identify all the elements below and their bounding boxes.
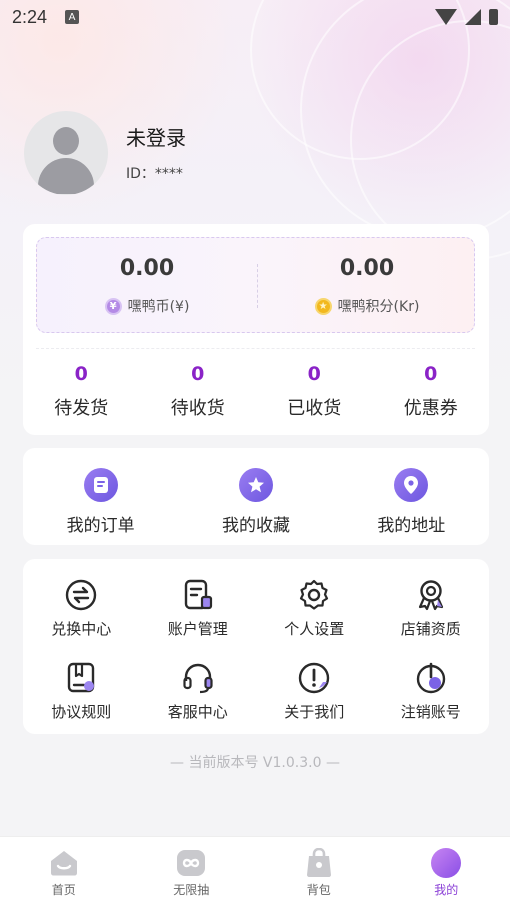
power-icon xyxy=(414,661,448,695)
avatar[interactable] xyxy=(24,111,108,195)
certificate-icon xyxy=(414,578,448,612)
service-label: 协议规则 xyxy=(51,703,112,721)
order-coupons[interactable]: 0 优惠券 xyxy=(373,362,490,422)
service-label: 店铺资质 xyxy=(400,620,461,638)
nav-label: 首页 xyxy=(51,883,76,897)
order-pending-shipment[interactable]: 0 待发货 xyxy=(23,362,140,422)
order-count: 0 xyxy=(74,363,88,385)
bottom-nav: 首页 无限抽 背包 我的 xyxy=(0,836,510,908)
service-label: 客服中心 xyxy=(167,703,228,721)
coins-balance[interactable]: 0.00 ¥ 嘿鸭币(¥) xyxy=(37,238,257,334)
user-name[interactable]: 未登录 xyxy=(126,122,186,151)
order-count: 0 xyxy=(191,363,205,385)
customer-service[interactable]: 客服中心 xyxy=(140,661,257,744)
about-us[interactable]: 关于我们 xyxy=(256,661,373,744)
user-id: ID：**** xyxy=(126,166,183,182)
home-icon xyxy=(49,848,79,878)
divider xyxy=(36,348,475,349)
store-qualification[interactable]: 店铺资质 xyxy=(373,578,490,661)
quick-link-label: 我的订单 xyxy=(66,516,135,536)
nav-label: 我的 xyxy=(434,883,459,897)
star-coin-icon: ★ xyxy=(314,297,332,315)
settings-icon xyxy=(297,578,331,612)
status-time: 2:24 xyxy=(12,6,48,27)
services-card: 兑换中心 账户管理 个人设置 店铺资质 协议规则 客服中心 关于我们 注销账号 xyxy=(23,559,489,734)
my-address-link[interactable]: 我的地址 xyxy=(334,468,489,545)
personal-settings[interactable]: 个人设置 xyxy=(256,578,373,661)
order-count: 0 xyxy=(307,363,321,385)
wallet-box: 0.00 ¥ 嘿鸭币(¥) 0.00 ★ 嘿鸭积分(Kr) xyxy=(36,237,475,333)
order-label: 优惠券 xyxy=(403,398,458,419)
wallet-card: 0.00 ¥ 嘿鸭币(¥) 0.00 ★ 嘿鸭积分(Kr) 0 待发货 0 待收… xyxy=(23,224,489,435)
quick-link-label: 我的收藏 xyxy=(221,516,290,536)
account-icon xyxy=(181,578,215,612)
order-label: 已收货 xyxy=(287,398,342,419)
service-label: 关于我们 xyxy=(284,703,345,721)
wifi-icon xyxy=(435,9,457,25)
coins-label: 嘿鸭币(¥) xyxy=(127,299,190,315)
status-bar: 2:24 A xyxy=(0,0,510,34)
agreement-rules[interactable]: 协议规则 xyxy=(23,661,140,744)
exchange-icon xyxy=(64,578,98,612)
nav-label: 无限抽 xyxy=(173,883,210,897)
location-icon xyxy=(394,468,429,502)
agreement-icon xyxy=(64,661,98,695)
service-label: 兑换中心 xyxy=(51,620,112,638)
bag-icon xyxy=(304,848,334,878)
my-orders-link[interactable]: 我的订单 xyxy=(23,468,178,545)
order-label: 待收货 xyxy=(170,398,225,419)
nav-infinite-draw[interactable]: 无限抽 xyxy=(128,837,256,908)
my-favorites-link[interactable]: 我的收藏 xyxy=(178,468,333,545)
service-label: 注销账号 xyxy=(400,703,461,721)
quick-links-card: 我的订单 我的收藏 我的地址 xyxy=(23,448,489,545)
service-label: 个人设置 xyxy=(284,620,345,638)
points-balance[interactable]: 0.00 ★ 嘿鸭积分(Kr) xyxy=(257,238,477,334)
app-version: — 当前版本号 V1.0.3.0 — xyxy=(170,755,340,771)
nav-label: 背包 xyxy=(306,883,331,897)
order-pending-receipt[interactable]: 0 待收货 xyxy=(140,362,257,422)
quick-link-label: 我的地址 xyxy=(377,516,446,536)
exchange-center[interactable]: 兑换中心 xyxy=(23,578,140,661)
service-label: 账户管理 xyxy=(167,620,228,638)
profile-icon xyxy=(431,848,462,878)
cancel-account[interactable]: 注销账号 xyxy=(373,661,490,744)
headset-icon xyxy=(181,661,215,695)
signal-icon xyxy=(465,9,481,25)
info-icon xyxy=(297,661,331,695)
coins-value: 0.00 xyxy=(119,256,175,281)
account-management[interactable]: 账户管理 xyxy=(140,578,257,661)
nav-backpack[interactable]: 背包 xyxy=(255,837,383,908)
points-value: 0.00 xyxy=(339,256,395,281)
order-received[interactable]: 0 已收货 xyxy=(256,362,373,422)
order-count: 0 xyxy=(424,363,438,385)
infinity-icon xyxy=(176,848,206,878)
nav-profile[interactable]: 我的 xyxy=(383,837,510,908)
order-icon xyxy=(83,468,118,502)
battery-icon xyxy=(489,9,498,25)
order-label: 待发货 xyxy=(54,398,109,419)
notification-icon: A xyxy=(65,10,80,24)
favorite-icon xyxy=(238,468,273,502)
nav-home[interactable]: 首页 xyxy=(0,837,128,908)
yen-coin-icon: ¥ xyxy=(104,297,122,315)
points-label: 嘿鸭积分(Kr) xyxy=(337,299,420,315)
order-status-row: 0 待发货 0 待收货 0 已收货 0 优惠券 xyxy=(23,362,489,422)
